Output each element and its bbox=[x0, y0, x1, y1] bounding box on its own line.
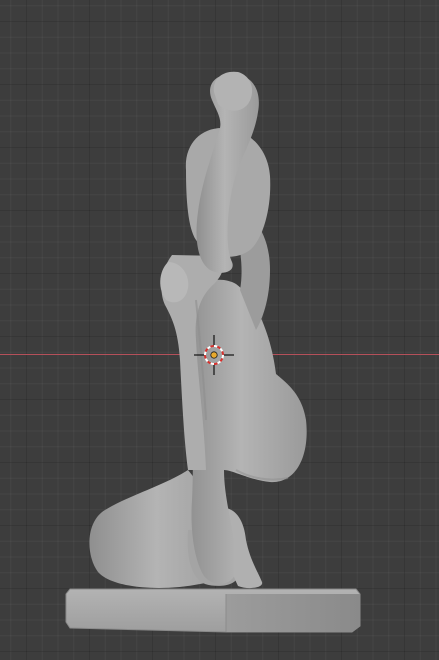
sculpture-figure[interactable] bbox=[89, 71, 307, 589]
sculpture-base[interactable] bbox=[65, 588, 361, 633]
sculpture-scene[interactable] bbox=[0, 0, 439, 660]
object-origin-icon bbox=[210, 351, 218, 359]
3d-cursor-icon[interactable] bbox=[194, 335, 234, 375]
3d-viewport[interactable] bbox=[0, 0, 439, 660]
